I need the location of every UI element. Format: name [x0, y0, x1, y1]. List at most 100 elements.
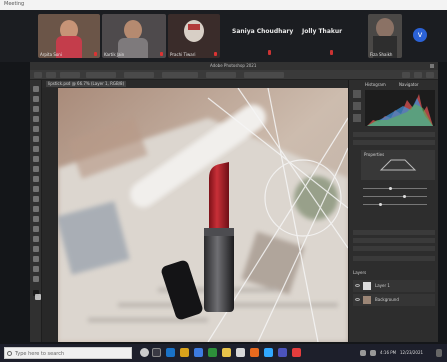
panel-icon[interactable] [353, 114, 361, 122]
quick-select-tool-icon[interactable] [33, 116, 39, 122]
app-icon[interactable] [236, 348, 245, 357]
option-field[interactable] [244, 72, 284, 78]
option-field[interactable] [206, 72, 236, 78]
taskbar: Type here to search 4:16 PM 12/23/2021 [0, 344, 447, 362]
tab-layers[interactable]: Layers [353, 270, 366, 275]
network-icon[interactable] [360, 350, 366, 356]
option-field[interactable] [124, 72, 154, 78]
participant-video [124, 20, 142, 40]
lipstick-photo [58, 88, 348, 342]
dodge-tool-icon[interactable] [33, 216, 39, 222]
tool-preset-button[interactable] [46, 72, 56, 78]
history-brush-tool-icon[interactable] [33, 176, 39, 182]
app-icon[interactable] [208, 348, 217, 357]
app-icon[interactable] [292, 348, 301, 357]
participant-name: Prachi Tiwari [170, 52, 196, 57]
gradient-tool-icon[interactable] [33, 196, 39, 202]
option-field[interactable] [162, 72, 198, 78]
panel-icon[interactable] [353, 102, 361, 110]
search-icon [7, 351, 12, 356]
marquee-tool-icon[interactable] [33, 96, 39, 102]
file-explorer-icon[interactable] [180, 348, 189, 357]
document-tabs: lipstick.psd @ 66.7% (Layer 1, RGB/8) [42, 80, 348, 88]
pen-tool-icon[interactable] [33, 226, 39, 232]
mic-muted-icon [94, 52, 97, 56]
panels-dock: Histogram Navigator Properties Layers La… [348, 80, 438, 342]
app-icon[interactable] [250, 348, 259, 357]
lasso-tool-icon[interactable] [33, 106, 39, 112]
teams-icon[interactable] [278, 348, 287, 357]
volume-icon[interactable] [370, 350, 376, 356]
layer-name: Background [375, 297, 399, 302]
photoshop-icon[interactable] [264, 348, 273, 357]
cortana-icon[interactable] [140, 348, 149, 357]
clock-time[interactable]: 4:16 PM [380, 350, 396, 355]
participant-tile[interactable]: Kartik Jain [102, 14, 166, 58]
notifications-icon[interactable] [436, 349, 442, 357]
layer-row[interactable]: Background [353, 294, 435, 306]
eyedropper-tool-icon[interactable] [33, 136, 39, 142]
clock-date[interactable]: 12/23/2021 [400, 350, 423, 355]
histogram-graph [365, 90, 435, 126]
path-selection-tool-icon[interactable] [33, 246, 39, 252]
home-icon[interactable] [34, 72, 42, 78]
app-icon[interactable] [222, 348, 231, 357]
slider[interactable] [363, 188, 427, 189]
healing-brush-tool-icon[interactable] [33, 146, 39, 152]
properties-panel: Properties [361, 150, 435, 180]
photoshop-title-bar: Adobe Photoshop 2021 [30, 62, 438, 70]
slider[interactable] [363, 204, 427, 205]
participant-name: Fiza Shaikh [370, 52, 393, 57]
document-tab-label: lipstick.psd @ 66.7% (Layer 1, RGB/8) [48, 81, 125, 86]
store-icon[interactable] [194, 348, 203, 357]
panel-row [353, 140, 435, 145]
share-icon[interactable] [426, 72, 434, 78]
screen: Meeting Arpita Soni Kartik Jain Prachi T… [0, 0, 447, 362]
layer-name: Layer 1 [375, 283, 390, 288]
document-tab[interactable]: lipstick.psd @ 66.7% (Layer 1, RGB/8) [46, 81, 126, 87]
eye-icon[interactable] [355, 284, 360, 287]
type-tool-icon[interactable] [33, 236, 39, 242]
more-participants-button[interactable]: v [413, 28, 427, 42]
option-field[interactable] [86, 72, 116, 78]
slider[interactable] [363, 196, 427, 197]
zoom-tool-icon[interactable] [33, 276, 39, 282]
crop-tool-icon[interactable] [33, 126, 39, 132]
tab-navigator[interactable]: Navigator [399, 82, 419, 87]
workspace-icon[interactable] [414, 72, 422, 78]
layer-row[interactable]: Layer 1 [353, 280, 435, 292]
search-placeholder: Type here to search [15, 351, 65, 357]
participant-tile[interactable]: Arpita Soni [38, 14, 100, 58]
panel-icon[interactable] [353, 90, 361, 98]
participant-name: Saniya Choudhary [232, 28, 294, 35]
option-field[interactable] [60, 72, 80, 78]
move-tool-icon[interactable] [33, 86, 39, 92]
tools-panel [30, 80, 42, 342]
background-color-swatch[interactable] [35, 294, 41, 300]
taskbar-search[interactable]: Type here to search [4, 347, 132, 359]
options-bar [30, 70, 438, 80]
tab-histogram[interactable]: Histogram [365, 82, 386, 87]
close-icon[interactable] [430, 64, 434, 68]
edge-icon[interactable] [166, 348, 175, 357]
eye-icon[interactable] [355, 298, 360, 301]
panel-row [353, 132, 435, 137]
hand-tool-icon[interactable] [33, 266, 39, 272]
task-view-icon[interactable] [152, 348, 161, 357]
brush-tool-icon[interactable] [33, 156, 39, 162]
slider-handle[interactable] [379, 203, 382, 206]
shape-tool-icon[interactable] [33, 256, 39, 262]
participant-tile[interactable]: Fiza Shaikh [368, 14, 402, 58]
slider-handle[interactable] [403, 195, 406, 198]
blur-tool-icon[interactable] [33, 206, 39, 212]
slider-handle[interactable] [389, 187, 392, 190]
document-canvas[interactable] [58, 88, 348, 342]
clone-stamp-tool-icon[interactable] [33, 166, 39, 172]
eraser-tool-icon[interactable] [33, 186, 39, 192]
mic-muted-icon [214, 52, 217, 56]
panel-row [353, 256, 435, 261]
search-icon[interactable] [402, 72, 410, 78]
mic-muted-icon [160, 52, 163, 56]
participant-tile[interactable]: Prachi Tiwari [168, 14, 220, 58]
photoshop-window-title: Adobe Photoshop 2021 [210, 63, 257, 68]
